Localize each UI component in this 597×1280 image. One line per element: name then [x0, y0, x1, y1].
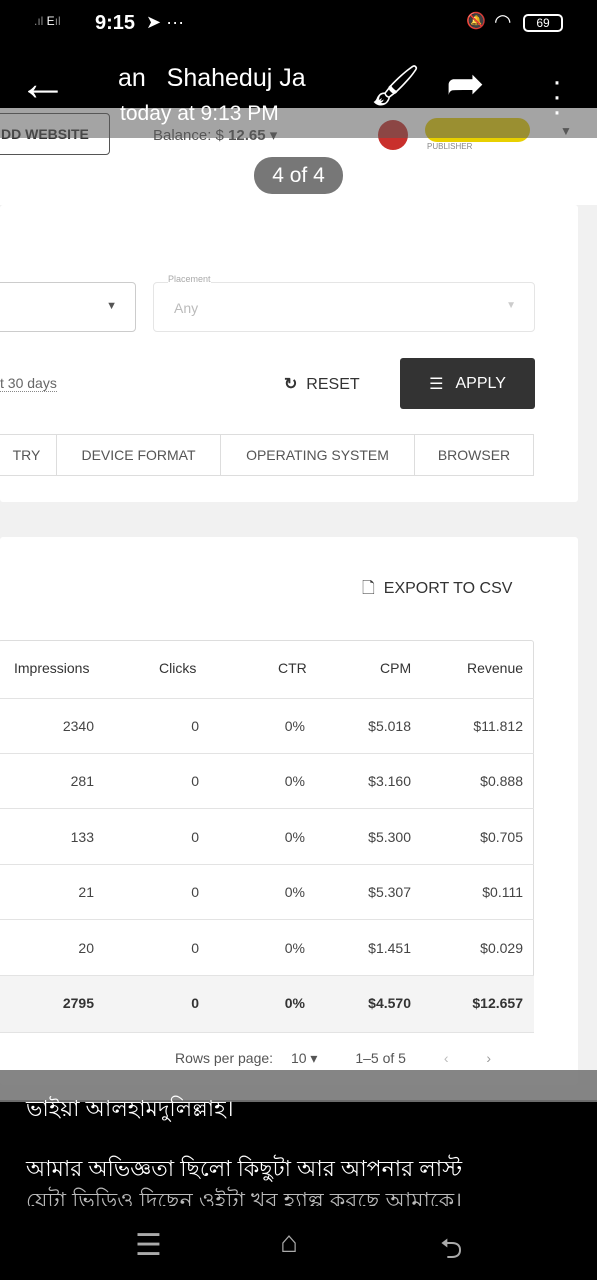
clock: 9:15	[95, 12, 136, 34]
apply-label: APPLY	[455, 374, 506, 392]
rows-per-page-value: 10	[290, 1050, 307, 1066]
cell-ctr: 0%	[284, 995, 305, 1011]
filter-select[interactable]: ▼	[0, 282, 136, 332]
cell-impressions: 281	[70, 773, 94, 790]
cell-ctr: 0%	[284, 828, 305, 845]
apply-button[interactable]: ☰ APPLY	[400, 358, 535, 409]
telegram-icon: ➤ ···	[146, 12, 185, 32]
page-range: 1–5 of 5	[355, 1050, 406, 1066]
dropdown-arrow-icon: ▼	[506, 300, 516, 311]
role-label: PUBLISHER	[427, 142, 473, 151]
cell-cpm: $1.451	[368, 939, 411, 956]
cell-clicks: 0	[191, 884, 199, 901]
tab-device-format[interactable]: DEVICE FORMAT	[56, 434, 221, 476]
refresh-icon: ↻	[284, 376, 298, 393]
cell-impressions: 133	[70, 828, 94, 845]
cell-revenue: $0.888	[480, 773, 523, 790]
cell-cpm: $5.307	[368, 884, 411, 901]
pagination: Rows per page: 10 ▾ 1–5 of 5 ‹ ›	[175, 1050, 535, 1067]
cell-impressions: 20	[78, 939, 94, 956]
back-arrow-icon[interactable]: ←	[18, 58, 68, 108]
cell-ctr: 0%	[284, 884, 305, 901]
col-cpm[interactable]: CPM	[380, 660, 411, 676]
cell-ctr: 0%	[284, 939, 305, 956]
paintbrush-icon[interactable]: 🖌	[370, 62, 421, 109]
more-options-icon[interactable]: · · ·	[550, 67, 564, 127]
signal-icon: .ıl Eıl	[34, 14, 61, 28]
cell-revenue: $0.111	[482, 884, 523, 901]
placement-value: Any	[174, 300, 199, 316]
cell-cpm: $5.300	[368, 828, 411, 845]
cell-clicks: 0	[191, 995, 199, 1011]
col-revenue[interactable]: Revenue	[467, 660, 523, 676]
export-label: EXPORT TO CSV	[383, 580, 513, 597]
cell-revenue: $11.812	[473, 718, 523, 734]
cell-cpm: $4.570	[368, 995, 411, 1011]
cell-cpm: $5.018	[368, 718, 411, 734]
cell-impressions: 2795	[62, 995, 94, 1011]
forward-icon[interactable]: ➦	[446, 60, 485, 106]
viewer-overlay-band	[0, 108, 597, 138]
tab-browser[interactable]: BROWSER	[414, 434, 534, 476]
menu-nav-icon[interactable]: ☰	[135, 1228, 162, 1263]
prev-page-icon[interactable]: ‹	[444, 1050, 449, 1066]
cell-impressions: 21	[78, 884, 94, 901]
cell-clicks: 0	[191, 939, 199, 956]
caption-line-3: যেটা ভিডিও দিছেন ওইটা খুব হ্যাল্প করছে আ…	[26, 1188, 463, 1206]
cell-cpm: $3.160	[368, 773, 411, 790]
placement-label: Placement	[168, 274, 211, 284]
cell-revenue: $0.029	[480, 939, 523, 956]
col-impressions[interactable]: Impressions	[14, 660, 89, 676]
date-range[interactable]: t 30 days	[0, 375, 57, 392]
tab-operating-system[interactable]: OPERATING SYSTEM	[220, 434, 415, 476]
cell-clicks: 0	[191, 718, 199, 734]
filter-icon: ☰	[429, 375, 444, 393]
next-page-icon[interactable]: ›	[486, 1050, 491, 1066]
dropdown-arrow-icon: ▼	[106, 300, 117, 312]
file-icon: 🗋	[362, 580, 375, 597]
rows-per-page-label: Rows per page:	[175, 1050, 274, 1066]
reset-label: RESET	[306, 376, 360, 393]
home-nav-icon[interactable]: ⌂	[280, 1226, 298, 1260]
mute-icon: 🔕	[466, 13, 486, 30]
status-bar: .ıl Eıl 9:15 ➤ ··· 🔕 ◠ 69	[0, 0, 597, 50]
tab-country[interactable]: TRY	[0, 434, 57, 476]
export-csv-button[interactable]: 🗋 EXPORT TO CSV	[362, 577, 512, 604]
battery-icon: 69	[523, 14, 563, 32]
cell-clicks: 0	[191, 773, 199, 790]
col-clicks[interactable]: Clicks	[159, 660, 196, 676]
image-counter: 4 of 4	[254, 157, 343, 194]
caption-line-1: ভাইয়া আলহামদুলিল্লাহ।	[26, 1096, 234, 1121]
cell-impressions: 2340	[62, 718, 94, 734]
cell-ctr: 0%	[284, 718, 305, 734]
cell-ctr: 0%	[284, 773, 305, 790]
col-ctr[interactable]: CTR	[278, 660, 307, 676]
message-timestamp: today at 9:13 PM	[120, 102, 279, 125]
placement-select[interactable]: Placement Any ▼	[153, 274, 535, 332]
sender-name: an Shaheduj Ja	[118, 64, 306, 92]
back-nav-icon[interactable]: ⮌	[440, 1228, 462, 1276]
cell-revenue: $12.657	[472, 995, 523, 1011]
cell-clicks: 0	[191, 828, 199, 845]
rows-per-page-select[interactable]: 10 ▾	[291, 1050, 318, 1066]
cell-revenue: $0.705	[480, 828, 523, 845]
wifi-icon: ◠	[494, 11, 512, 33]
reset-button[interactable]: ↻ RESET	[284, 374, 360, 394]
